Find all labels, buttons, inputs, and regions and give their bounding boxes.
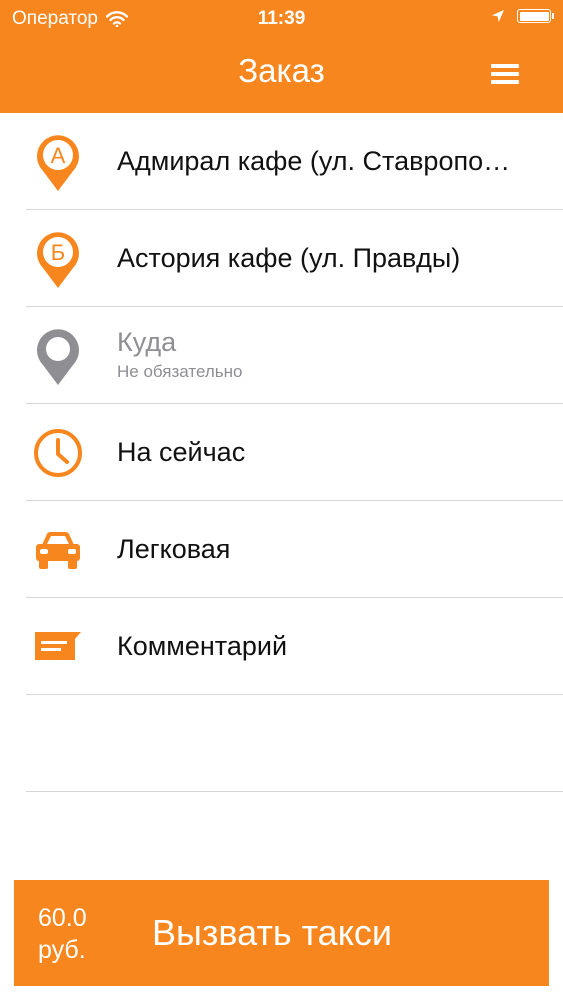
call-taxi-label: Вызвать такси <box>152 912 392 953</box>
car-class-row[interactable]: Легковая <box>0 501 563 598</box>
destination-address-row[interactable]: Б Астория кафе (ул. Правды) <box>0 210 563 307</box>
status-right <box>491 9 554 23</box>
price-value: 60.0 <box>38 904 87 932</box>
where-to-sublabel: Не обязательно <box>117 362 243 381</box>
car-icon <box>30 515 86 585</box>
pin-letter-b: Б <box>51 240 65 265</box>
comment-row[interactable]: Комментарий <box>0 598 563 695</box>
time-label: На сейчас <box>117 437 246 467</box>
pin-b-icon: Б <box>30 224 86 294</box>
pickup-address-label: Адмирал кафе (ул. Ставропо… <box>117 146 511 176</box>
location-arrow-icon <box>492 10 504 22</box>
top-bar: Оператор 11:39 Заказ <box>0 0 563 113</box>
battery-fill <box>519 11 549 21</box>
order-form-list: А Адмирал кафе (ул. Ставропо… Б Астория … <box>0 113 563 792</box>
destination-address-label: Астория кафе (ул. Правды) <box>117 243 461 273</box>
where-to-label: Куда <box>117 327 177 357</box>
price: 60.0 руб. <box>38 902 87 966</box>
empty-row <box>0 695 563 792</box>
comment-label: Комментарий <box>117 631 288 661</box>
clock-icon <box>30 418 86 488</box>
pin-letter-a: А <box>51 143 66 168</box>
status-time: 11:39 <box>257 8 306 29</box>
pin-gray-icon <box>30 321 86 391</box>
comment-icon <box>30 612 86 682</box>
bottom-bar <box>0 996 563 1000</box>
time-row[interactable]: На сейчас <box>0 404 563 501</box>
where-to-row[interactable]: Куда Не обязательно <box>0 307 563 404</box>
price-unit: руб. <box>38 936 86 964</box>
page-title: Заказ <box>238 52 325 89</box>
hamburger-icon <box>491 64 521 84</box>
call-taxi-button[interactable]: 60.0 руб. Вызвать такси <box>14 880 549 986</box>
pickup-address-row[interactable]: А Адмирал кафе (ул. Ставропо… <box>0 113 563 210</box>
status-bar: Оператор 11:39 <box>0 0 563 40</box>
car-class-label: Легковая <box>117 534 231 564</box>
battery-icon <box>517 9 554 23</box>
menu-button[interactable] <box>491 64 521 86</box>
pin-a-icon: А <box>30 127 86 197</box>
